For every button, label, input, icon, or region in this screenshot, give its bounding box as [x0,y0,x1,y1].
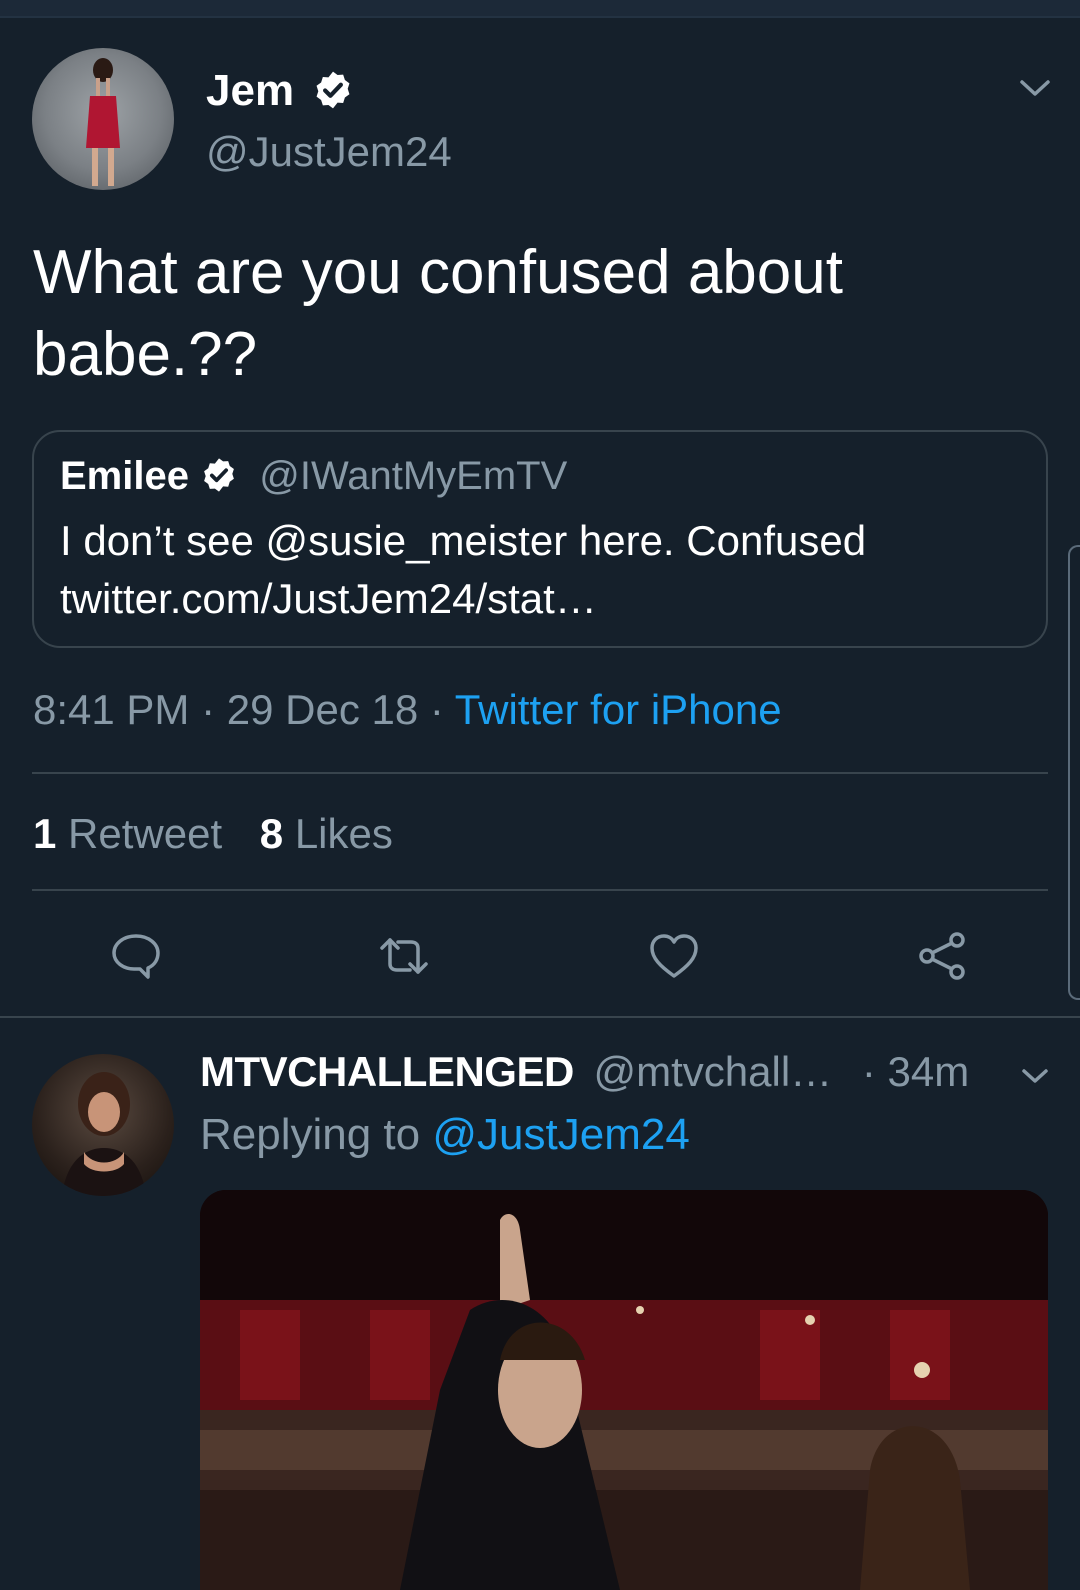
verified-badge-icon [204,458,234,493]
quoted-author-name: Emilee [60,454,189,498]
author-handle[interactable]: @JustJem24 [206,128,452,176]
reply-age: · 34m [861,1048,970,1095]
author-avatar[interactable] [32,48,174,190]
quoted-tweet-header: Emilee @IWantMyEmTV [60,454,567,499]
avatar-image [62,1072,146,1196]
retweet-icon[interactable] [376,928,432,984]
tweet-time: 8:41 PM [33,686,190,733]
media-scene [200,1190,1048,1590]
author-name[interactable]: Jem [206,66,294,115]
status-bar [0,0,1080,18]
scrollbar[interactable] [1068,545,1080,1000]
chevron-down-icon[interactable] [1018,76,1052,100]
tweet-text: What are you confused about babe.?? [33,238,843,389]
verified-badge-icon [316,72,350,109]
reply-header: MTVCHALLENGED @mtvchall… · 34m [200,1048,969,1096]
quoted-tweet-text: I don’t see @susie_meister here. Confuse… [60,517,867,622]
divider [32,889,1048,891]
retweet-stat[interactable]: 1 Retweet [33,810,222,857]
share-icon[interactable] [914,928,970,984]
reply-author-avatar[interactable] [32,1054,174,1196]
tweet-date: 29 Dec 18 [226,686,419,733]
divider [32,772,1048,774]
divider [0,1016,1080,1018]
like-stat[interactable]: 8 Likes [260,810,393,857]
comment-icon[interactable] [108,928,164,984]
retweet-count: 1 [33,810,57,857]
chevron-down-icon[interactable] [1020,1066,1050,1086]
replying-to: Replying to @JustJem24 [200,1110,690,1160]
meta-separator: · [201,686,227,733]
reply-author-name[interactable]: MTVCHALLENGED [200,1048,574,1095]
author-name-row[interactable]: Jem [206,66,354,116]
quoted-tweet[interactable]: Emilee @IWantMyEmTV I don’t see @susie_m… [32,430,1048,648]
tweet-stats: 1 Retweet 8 Likes [33,810,393,858]
replying-to-mention[interactable]: @JustJem24 [432,1110,689,1159]
reply-media-image[interactable] [200,1190,1048,1590]
like-count: 8 [259,810,284,857]
avatar-image [86,58,120,186]
quoted-author-handle: @IWantMyEmTV [259,454,568,498]
tweet-meta: 8:41 PM · 29 Dec 18 · Twitter for iPhone [33,686,782,734]
replying-to-label: Replying to [200,1110,421,1159]
reply-author-handle[interactable]: @mtvchall… [594,1048,833,1095]
meta-separator: · [429,686,455,733]
heart-icon[interactable] [646,928,702,984]
like-label: Likes [294,810,393,857]
tweet-source-link[interactable]: Twitter for iPhone [455,686,782,733]
retweet-label: Retweet [68,810,223,857]
